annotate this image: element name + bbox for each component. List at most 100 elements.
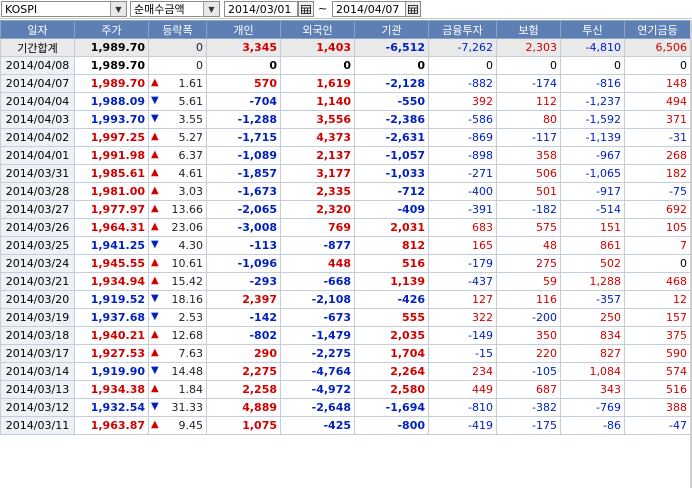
table-row[interactable]: 2014/04/03 1,993.70 ▼ 3.55 -1,288 3,556 -2,386…	[0, 110, 691, 129]
table-row[interactable]: 2014/03/24 1,945.55 ▲ 10.61 -1,096 448 516 -179…	[0, 254, 691, 273]
institution-cell: -2,128	[354, 74, 429, 93]
summary-row[interactable]: 기간합계 1,989.70 0 3,345 1,403 -6,512 -7,26…	[0, 38, 691, 57]
table-row[interactable]: 2014/03/25 1,941.25 ▼ 4.30 -113 -877 812 165 48 8…	[0, 236, 691, 255]
metric-select[interactable]: 순매수금액 ▼	[130, 1, 220, 17]
pension-cell: 157	[624, 308, 691, 327]
up-triangle-icon: ▲	[151, 221, 159, 232]
chevron-down-icon[interactable]: ▼	[110, 2, 126, 16]
table-row[interactable]: 2014/04/07 1,989.70 ▲ 1.61 570 1,619 -2,128 -88…	[0, 74, 691, 93]
individual-cell: -1,857	[206, 164, 281, 183]
date-cell: 2014/03/26	[0, 218, 75, 237]
date-from-field[interactable]: 2014/03/01	[224, 1, 298, 17]
table-row[interactable]: 2014/03/12 1,932.54 ▼ 31.33 4,889 -2,648 -1,69…	[0, 398, 691, 417]
price-cell: 1,988.09	[74, 92, 149, 111]
individual-cell: -3,008	[206, 218, 281, 237]
calendar-to-button[interactable]	[405, 1, 421, 17]
price-cell: 1,945.55	[74, 254, 149, 273]
insurance-cell: 48	[496, 236, 561, 255]
change-cell: ▼ 5.61	[148, 92, 207, 111]
column-header-insurance[interactable]: 보험	[496, 20, 561, 39]
table-row[interactable]: 2014/03/13 1,934.38 ▲ 1.84 2,258 -4,972 2,580 4…	[0, 380, 691, 399]
insurance-cell: 112	[496, 92, 561, 111]
individual-cell: 1,075	[206, 416, 281, 435]
institution-cell: -2,631	[354, 128, 429, 147]
column-header-trust[interactable]: 투신	[560, 20, 625, 39]
table-row[interactable]: 2014/03/31 1,985.61 ▲ 4.61 -1,857 3,177 -1,033…	[0, 164, 691, 183]
column-header-date[interactable]: 일자	[0, 20, 75, 39]
up-triangle-icon: ▲	[151, 131, 159, 142]
table-row[interactable]: 2014/03/11 1,963.87 ▲ 9.45 1,075 -425 -800 -419…	[0, 416, 691, 435]
foreign-cell: -668	[280, 272, 355, 291]
up-triangle-icon: ▲	[151, 77, 159, 88]
individual-cell: 4,889	[206, 398, 281, 417]
insurance-cell: 2,303	[496, 38, 561, 57]
column-header-foreign[interactable]: 외국인	[280, 20, 355, 39]
table-row[interactable]: 2014/03/17 1,927.53 ▲ 7.63 290 -2,275 1,704 -15…	[0, 344, 691, 363]
price-cell: 1,937.68	[74, 308, 149, 327]
table-row[interactable]: 2014/03/20 1,919.52 ▼ 18.16 2,397 -2,108 -426 1…	[0, 290, 691, 309]
column-header-price[interactable]: 주가	[74, 20, 149, 39]
financial-cell: -7,262	[428, 38, 497, 57]
table-row[interactable]: 2014/03/19 1,937.68 ▼ 2.53 -142 -673 555 322 -20…	[0, 308, 691, 327]
change-value: 4.61	[178, 167, 204, 180]
insurance-cell: 575	[496, 218, 561, 237]
change-value: 5.27	[178, 131, 204, 144]
foreign-cell: -1,479	[280, 326, 355, 345]
table-row[interactable]: 2014/03/21 1,934.94 ▲ 15.42 -293 -668 1,139 -43…	[0, 272, 691, 291]
individual-cell: -704	[206, 92, 281, 111]
foreign-cell: -425	[280, 416, 355, 435]
column-header-individual[interactable]: 개인	[206, 20, 281, 39]
table-row[interactable]: 2014/04/01 1,991.98 ▲ 6.37 -1,089 2,137 -1,057…	[0, 146, 691, 165]
table-row[interactable]: 2014/03/14 1,919.90 ▼ 14.48 2,275 -4,764 2,264…	[0, 362, 691, 381]
pension-cell: 468	[624, 272, 691, 291]
date-cell: 2014/04/08	[0, 56, 75, 75]
financial-cell: -15	[428, 344, 497, 363]
pension-cell: 590	[624, 344, 691, 363]
individual-cell: 2,258	[206, 380, 281, 399]
individual-cell: -1,096	[206, 254, 281, 273]
column-header-financial[interactable]: 금융투자	[428, 20, 497, 39]
change-cell: ▲ 1.84	[148, 380, 207, 399]
change-cell: ▲ 1.61	[148, 74, 207, 93]
institution-cell: 2,035	[354, 326, 429, 345]
institution-cell: -1,694	[354, 398, 429, 417]
table-row[interactable]: 2014/04/08 1,989.70 0 0 0 0 0 0 0 0	[0, 56, 691, 75]
trust-cell: -1,237	[560, 92, 625, 111]
table-row[interactable]: 2014/04/02 1,997.25 ▲ 5.27 -1,715 4,373 -2,631…	[0, 128, 691, 147]
table-row[interactable]: 2014/03/18 1,940.21 ▲ 12.68 -802 -1,479 2,035-…	[0, 326, 691, 345]
table-row[interactable]: 2014/03/27 1,977.97 ▲ 13.66 -2,065 2,320 -409-…	[0, 200, 691, 219]
insurance-cell: -200	[496, 308, 561, 327]
date-cell: 2014/03/31	[0, 164, 75, 183]
change-value: 3.55	[178, 113, 204, 126]
table-row[interactable]: 2014/04/04 1,988.09 ▼ 5.61 -704 1,140 -550 392 1…	[0, 92, 691, 111]
table-row[interactable]: 2014/03/28 1,981.00 ▲ 3.03 -1,673 2,335 -712 -4…	[0, 182, 691, 201]
institution-cell: 2,580	[354, 380, 429, 399]
financial-cell: 683	[428, 218, 497, 237]
table-row[interactable]: 2014/03/26 1,964.31 ▲ 23.06 -3,008 769 2,031 68…	[0, 218, 691, 237]
individual-cell: 2,397	[206, 290, 281, 309]
calendar-from-button[interactable]	[298, 1, 314, 17]
column-header-pension[interactable]: 연기금등	[624, 20, 691, 39]
column-header-institution[interactable]: 기관	[354, 20, 429, 39]
change-value: 7.63	[178, 347, 204, 360]
insurance-cell: 501	[496, 182, 561, 201]
date-cell: 2014/03/28	[0, 182, 75, 201]
pension-cell: -31	[624, 128, 691, 147]
financial-cell: 449	[428, 380, 497, 399]
change-cell: ▲ 6.37	[148, 146, 207, 165]
financial-cell: -149	[428, 326, 497, 345]
insurance-cell: -175	[496, 416, 561, 435]
date-to-field[interactable]: 2014/04/07	[332, 1, 406, 17]
trust-cell: -917	[560, 182, 625, 201]
financial-cell: 0	[428, 56, 497, 75]
market-select[interactable]: KOSPI ▼	[1, 1, 127, 17]
date-from-value: 2014/03/01	[228, 2, 292, 16]
price-cell: 1,981.00	[74, 182, 149, 201]
insurance-cell: 506	[496, 164, 561, 183]
foreign-cell: 2,320	[280, 200, 355, 219]
column-header-change[interactable]: 등락폭	[148, 20, 207, 39]
financial-cell: -419	[428, 416, 497, 435]
date-cell: 2014/04/02	[0, 128, 75, 147]
foreign-cell: -673	[280, 308, 355, 327]
chevron-down-icon[interactable]: ▼	[203, 2, 219, 16]
